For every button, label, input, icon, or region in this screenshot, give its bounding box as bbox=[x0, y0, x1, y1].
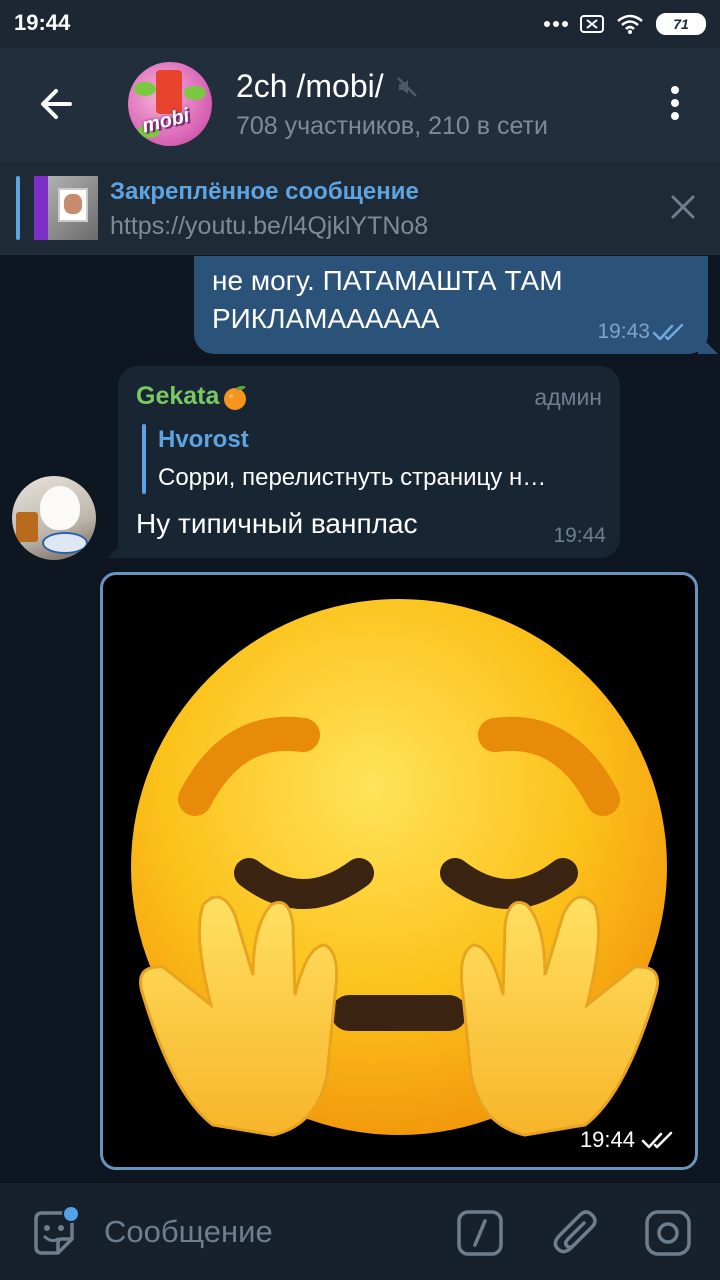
outgoing-message-text: не могу. ПАТАМАШТА ТАМ РИКЛАМАААААА bbox=[212, 265, 563, 334]
message-author[interactable]: Gekata bbox=[136, 382, 249, 411]
close-icon[interactable] bbox=[668, 192, 698, 222]
double-check-icon bbox=[641, 1131, 673, 1149]
sim-off-icon bbox=[580, 15, 604, 33]
chat-subtitle: 708 участников, 210 в сети bbox=[236, 112, 548, 140]
message-time: 19:44 bbox=[579, 1127, 635, 1152]
message-composer bbox=[0, 1182, 720, 1280]
sticker-time-badge: 19:44 bbox=[580, 1127, 675, 1153]
notification-dot bbox=[62, 1205, 80, 1223]
attach-icon[interactable] bbox=[552, 1207, 600, 1257]
sticker-message[interactable]: 19:44 bbox=[100, 572, 698, 1170]
back-arrow-icon[interactable] bbox=[36, 84, 76, 124]
double-check-icon bbox=[652, 323, 684, 341]
reply-author[interactable]: Hvorost bbox=[158, 426, 249, 454]
pinned-indicator bbox=[16, 176, 20, 240]
pinned-title: Закреплённое сообщение bbox=[110, 178, 419, 205]
reply-indicator bbox=[142, 424, 146, 494]
admin-badge: админ bbox=[534, 384, 602, 410]
message-input[interactable] bbox=[104, 1205, 434, 1259]
muted-icon bbox=[396, 76, 417, 97]
incoming-message-text: Ну типичный ванплас bbox=[136, 508, 418, 539]
chat-header: mobi 2ch /mobi/ 708 участников, 210 в се… bbox=[0, 48, 720, 162]
incoming-message[interactable]: Gekata админ Hvorost Сорри, перелистнуть… bbox=[108, 366, 620, 558]
more-options-icon[interactable] bbox=[668, 86, 682, 126]
battery-icon: 71 bbox=[656, 13, 706, 35]
pleading-face-hands-icon bbox=[131, 599, 667, 1137]
author-name: Gekata bbox=[136, 382, 220, 410]
outgoing-message[interactable]: не могу. ПАТАМАШТА ТАМ РИКЛАМАААААА 19:4… bbox=[194, 256, 718, 354]
avatar-logo-text: mobi bbox=[139, 104, 192, 138]
message-time: 19:44 bbox=[553, 524, 606, 547]
message-time: 19:43 bbox=[597, 320, 650, 343]
group-avatar[interactable]: mobi bbox=[128, 62, 212, 146]
reply-text[interactable]: Сорри, перелистнуть страницу н… bbox=[158, 464, 604, 492]
status-bar: 19:44 71 bbox=[0, 0, 720, 48]
status-icons: 71 bbox=[544, 10, 706, 38]
tangerine-emoji-icon bbox=[224, 385, 247, 410]
camera-icon[interactable] bbox=[644, 1209, 692, 1257]
status-time: 19:44 bbox=[14, 10, 71, 35]
dots-icon bbox=[544, 21, 568, 27]
avatar[interactable] bbox=[12, 476, 96, 560]
pinned-thumbnail bbox=[34, 176, 98, 240]
message-list[interactable]: не могу. ПАТАМАШТА ТАМ РИКЛАМАААААА 19:4… bbox=[0, 256, 720, 1182]
pinned-message-bar[interactable]: Закреплённое сообщение https://youtu.be/… bbox=[0, 162, 720, 256]
chat-title-text: 2ch /mobi/ bbox=[236, 68, 384, 104]
chat-title[interactable]: 2ch /mobi/ bbox=[236, 68, 418, 105]
pinned-text: https://youtu.be/l4QjklYTNo8 bbox=[110, 212, 429, 240]
bot-commands-icon[interactable] bbox=[456, 1209, 504, 1257]
wifi-icon bbox=[617, 14, 643, 34]
